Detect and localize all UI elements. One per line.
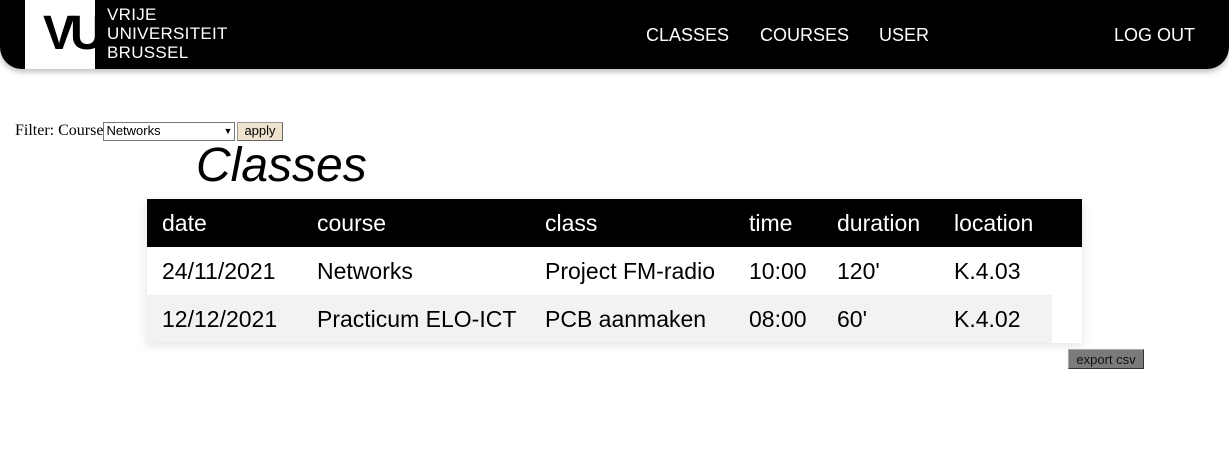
- apply-button[interactable]: apply: [237, 121, 283, 141]
- university-name: VRIJE UNIVERSITEIT BRUSSEL: [107, 5, 228, 62]
- university-name-line-3: BRUSSEL: [107, 43, 189, 62]
- cell-location: K.4.03: [954, 258, 1021, 284]
- cell-date: 24/11/2021: [162, 258, 276, 284]
- course-select-value: Networks: [106, 123, 161, 138]
- cell-duration: 120': [837, 258, 880, 284]
- classes-table: date course class time duration location…: [147, 199, 1082, 343]
- university-name-line-1: VRIJE: [107, 5, 157, 24]
- nav-link-classes[interactable]: CLASSES: [646, 24, 729, 46]
- cell-course: Networks: [317, 258, 413, 284]
- cell-location: K.4.02: [954, 306, 1021, 332]
- logout-link[interactable]: LOG OUT: [1114, 24, 1195, 46]
- column-header-date: date: [162, 210, 207, 236]
- export-csv-button[interactable]: export csv: [1068, 349, 1144, 369]
- column-header-course: course: [317, 210, 387, 236]
- column-header-duration: duration: [837, 210, 921, 236]
- column-header-class: class: [545, 210, 598, 236]
- cell-time: 10:00: [749, 258, 807, 284]
- nav-link-courses[interactable]: COURSES: [760, 24, 849, 46]
- chevron-down-icon: ▼: [223, 126, 233, 136]
- page-title: Classes: [196, 139, 367, 192]
- column-header-location: location: [954, 210, 1034, 236]
- table-row: 24/11/2021 Networks Project FM-radio 10:…: [147, 247, 1052, 295]
- filter-label: Filter: Course: [15, 122, 104, 139]
- cell-class: Project FM-radio: [545, 258, 715, 284]
- nav-link-user[interactable]: USER: [879, 24, 929, 46]
- cell-date: 12/12/2021: [162, 306, 278, 332]
- course-select[interactable]: Networks ▼: [103, 121, 236, 141]
- cell-time: 08:00: [749, 306, 807, 332]
- cell-class: PCB aanmaken: [545, 306, 707, 332]
- course-filter-form: Filter: Course Networks ▼ apply: [15, 121, 283, 141]
- column-header-time: time: [749, 210, 793, 236]
- cell-duration: 60': [837, 306, 867, 332]
- university-name-line-2: UNIVERSITEIT: [107, 24, 228, 43]
- table-row: 12/12/2021 Practicum ELO-ICT PCB aanmake…: [147, 295, 1052, 343]
- vub-logo[interactable]: VUB: [25, 0, 134, 69]
- cell-course: Practicum ELO-ICT: [317, 306, 517, 332]
- table-header: date course class time duration location: [147, 199, 1082, 247]
- top-navbar: VUB VRIJE UNIVERSITEIT BRUSSEL CLASSES C…: [0, 0, 1229, 69]
